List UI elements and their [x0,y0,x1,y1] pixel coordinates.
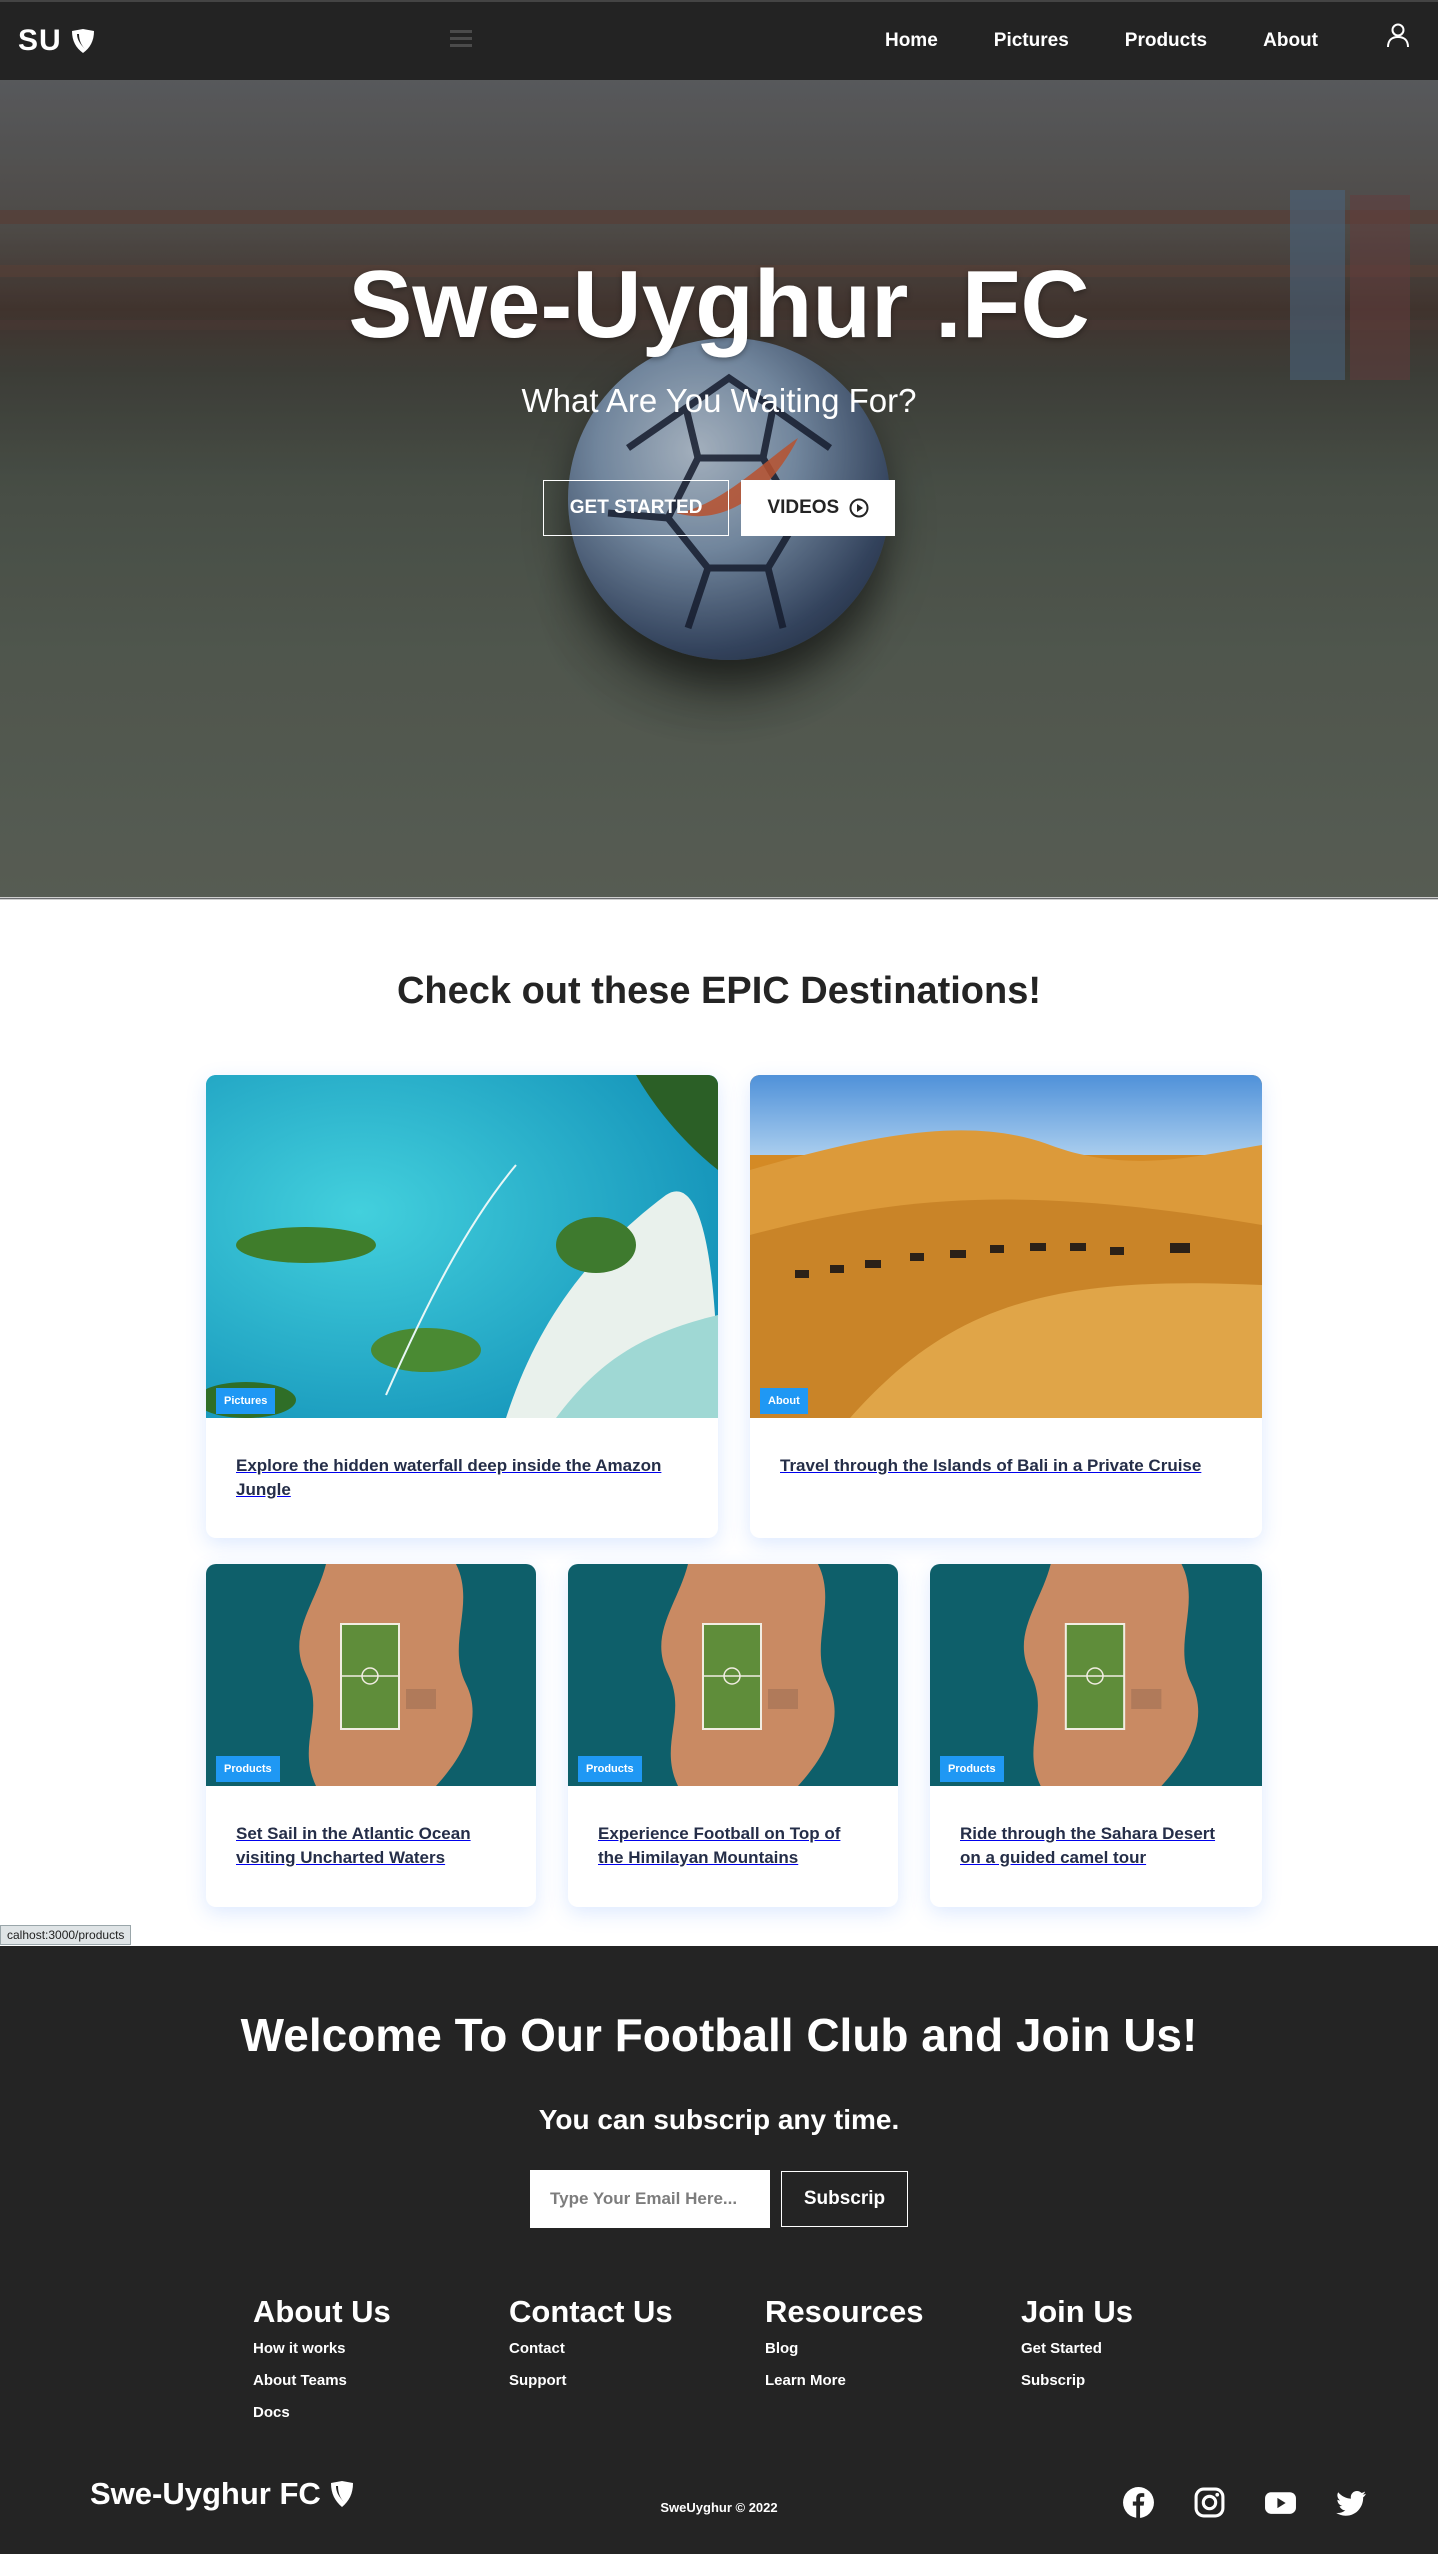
social-links [1122,2486,1368,2519]
card-image: Pictures [206,1075,718,1418]
footer-column-title: Join Us [1021,2294,1133,2329]
destination-card[interactable]: Products Experience Football on Top of t… [568,1564,898,1907]
destination-card[interactable]: Products Ride through the Sahara Desert … [930,1564,1262,1907]
nav-links: Home Pictures Products About [829,2,1318,80]
footer-column-join: Join Us Get Started Subscrip [1021,2294,1261,2404]
nav-link-products[interactable]: Products [1125,30,1207,52]
footer-heading: Welcome To Our Football Club and Join Us… [240,2009,1198,2061]
play-circle-icon [849,498,869,518]
footer-column-title: Resources [765,2294,924,2329]
email-input[interactable] [530,2170,770,2228]
card-title: Explore the hidden waterfall deep inside… [236,1456,662,1499]
destination-card[interactable]: Products Set Sail in the Atlantic Ocean … [206,1564,536,1907]
footer-link[interactable]: Blog [765,2340,1005,2357]
card-image: Products [930,1564,1262,1786]
subscribe-button[interactable]: Subscrip [781,2171,908,2227]
card-title: Travel through the Islands of Bali in a … [780,1456,1202,1475]
nav-link-home[interactable]: Home [885,30,938,52]
destination-card[interactable]: About Travel through the Islands of Bali… [750,1075,1262,1538]
footer-column-contact: Contact Us Contact Support [509,2294,749,2404]
footer-subheading: You can subscrip any time. [538,2104,900,2135]
twitter-icon[interactable] [1335,2486,1368,2519]
user-icon[interactable] [1386,22,1410,48]
videos-button[interactable]: VIDEOS [741,480,896,536]
card-image: Products [206,1564,536,1786]
hero-section: Swe-Uyghur .FC What Are You Waiting For?… [0,80,1438,900]
footer-link[interactable]: Contact [509,2340,749,2357]
nav-link-pictures[interactable]: Pictures [994,30,1069,52]
navbar: SU Home Pictures Products About [0,0,1438,80]
destination-card[interactable]: Pictures Explore the hidden waterfall de… [206,1075,718,1538]
card-badge: Products [940,1756,1004,1782]
logo-text: SU [18,24,62,57]
nav-link-about[interactable]: About [1263,30,1318,52]
footer-link[interactable]: Docs [253,2404,493,2421]
status-bar-url: calhost:3000/products [0,1925,132,1945]
facebook-icon[interactable] [1122,2486,1155,2519]
videos-label: VIDEOS [767,497,840,518]
navbar-logo[interactable]: SU [18,24,96,58]
footer: Welcome To Our Football Club and Join Us… [0,1946,1438,2554]
destinations-section: Check out these EPIC Destinations! Pictu… [0,900,1438,1946]
footer-column-about: About Us How it works About Teams Docs [253,2294,493,2436]
card-badge: Products [578,1756,642,1782]
card-title: Set Sail in the Atlantic Ocean visiting … [236,1824,471,1867]
youtube-icon[interactable] [1264,2486,1297,2519]
footer-link[interactable]: How it works [253,2340,493,2357]
subscribe-form: Subscrip [0,2170,1438,2228]
footer-link[interactable]: About Teams [253,2372,493,2389]
card-image: Products [568,1564,898,1786]
footer-column-resources: Resources Blog Learn More [765,2294,1005,2404]
hero-subtitle: What Are You Waiting For? [521,382,917,419]
footer-link[interactable]: Subscrip [1021,2372,1261,2389]
hamburger-menu-icon[interactable] [450,30,472,48]
footer-link[interactable]: Get Started [1021,2340,1261,2357]
card-title: Experience Football on Top of the Himila… [598,1824,841,1867]
footer-column-title: Contact Us [509,2294,673,2329]
footer-column-title: About Us [253,2294,391,2329]
destinations-title: Check out these EPIC Destinations! [396,970,1041,1012]
shield-logo-icon [71,29,94,53]
card-badge: About [760,1388,808,1414]
hero-buttons: GET STARTED VIDEOS [0,480,1438,536]
card-badge: Products [216,1756,280,1782]
footer-link[interactable]: Support [509,2372,749,2389]
hero-title: Swe-Uyghur .FC [348,251,1090,358]
card-badge: Pictures [216,1388,276,1414]
card-title: Ride through the Sahara Desert on a guid… [960,1824,1216,1867]
footer-link[interactable]: Learn More [765,2372,1005,2389]
get-started-button[interactable]: GET STARTED [542,480,730,536]
card-image: About [750,1075,1262,1418]
instagram-icon[interactable] [1193,2486,1226,2519]
